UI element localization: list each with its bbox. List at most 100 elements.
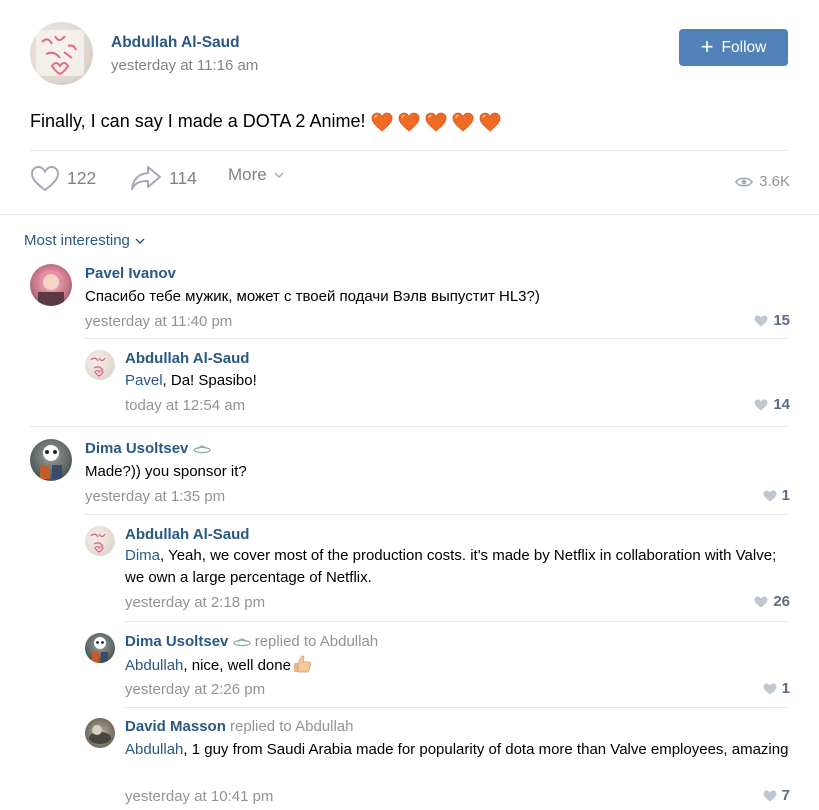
divider bbox=[125, 621, 788, 622]
divider bbox=[125, 707, 788, 708]
comment-text-content: , Yeah, we cover most of the production … bbox=[125, 547, 777, 586]
comment-author[interactable]: Abdullah Al-Saud bbox=[125, 350, 249, 367]
heart-icon bbox=[754, 315, 768, 326]
comment-reply: Dima Usoltsev replied to Abdullah Abdull… bbox=[85, 633, 790, 703]
more-button[interactable]: More bbox=[228, 165, 284, 185]
follow-label: Follow bbox=[721, 38, 767, 56]
comment-reply: Abdullah Al-Saud Pavel, Da! Spasibo! tod… bbox=[85, 350, 790, 420]
follow-button[interactable]: + Follow bbox=[679, 29, 788, 66]
heart-outline-icon bbox=[30, 165, 60, 192]
comment-author[interactable]: Abdullah Al-Saud bbox=[125, 526, 249, 543]
comment-reply: David Masson replied to Abdullah Abdulla… bbox=[85, 718, 790, 810]
comment-mention[interactable]: Abdullah bbox=[125, 741, 183, 758]
comment-text: Pavel, Da! Spasibo! bbox=[125, 370, 785, 392]
comment-like-button[interactable]: 26 bbox=[754, 593, 790, 610]
chevron-down-icon bbox=[274, 172, 284, 178]
comment-text: Abdullah, 1 guy from Saudi Arabia made f… bbox=[125, 739, 790, 761]
comment-like-button[interactable]: 14 bbox=[754, 396, 790, 413]
heart-icon bbox=[763, 490, 777, 501]
orange-heart-icon bbox=[426, 112, 447, 132]
comment-author[interactable]: Dima Usoltsev replied to Abdullah bbox=[125, 633, 378, 650]
like-count: 122 bbox=[67, 168, 97, 188]
comment-author-name: Dima Usoltsev bbox=[85, 440, 189, 457]
replied-to-label: replied to Abdullah bbox=[254, 633, 379, 650]
divider bbox=[85, 514, 788, 515]
author-avatar[interactable] bbox=[30, 22, 93, 85]
heart-icon bbox=[754, 399, 768, 410]
comment-text: Dima, Yeah, we cover most of the product… bbox=[125, 545, 790, 589]
post-text-content: Finally, I can say I made a DOTA 2 Anime… bbox=[30, 111, 366, 131]
comment: Dima Usoltsev Made?)) you sponsor it? ye… bbox=[30, 439, 790, 509]
comment-like-button[interactable]: 7 bbox=[763, 787, 790, 804]
heart-icon bbox=[763, 790, 777, 801]
comment-like-count: 15 bbox=[773, 312, 790, 329]
commenter-avatar[interactable] bbox=[85, 350, 115, 380]
like-button[interactable]: 122 bbox=[30, 165, 96, 192]
post-text: Finally, I can say I made a DOTA 2 Anime… bbox=[30, 111, 501, 132]
comment-like-count: 1 bbox=[781, 680, 790, 697]
comment-reply: Abdullah Al-Saud Dima, Yeah, we cover mo… bbox=[85, 526, 790, 616]
thumbs-up-icon bbox=[293, 655, 311, 673]
more-label: More bbox=[228, 165, 267, 184]
comment-like-button[interactable]: 1 bbox=[763, 487, 790, 504]
comment-author[interactable]: Pavel Ivanov bbox=[85, 265, 176, 282]
divider bbox=[85, 338, 788, 339]
comment-timestamp[interactable]: yesterday at 11:40 pm bbox=[85, 313, 232, 330]
comment-like-button[interactable]: 15 bbox=[754, 312, 790, 329]
comment-text: Made?)) you sponsor it? bbox=[85, 463, 247, 480]
ufo-icon bbox=[232, 638, 251, 647]
divider bbox=[30, 150, 788, 151]
heart-icon bbox=[763, 683, 777, 694]
orange-heart-icon bbox=[372, 112, 393, 132]
divider bbox=[0, 214, 819, 215]
share-button[interactable]: 114 bbox=[130, 165, 197, 191]
ufo-icon bbox=[192, 445, 211, 454]
comment-mention[interactable]: Pavel bbox=[125, 372, 163, 389]
comment-mention[interactable]: Abdullah bbox=[125, 657, 183, 674]
comment-text: Abdullah, nice, well done bbox=[125, 654, 785, 677]
commenter-avatar[interactable] bbox=[85, 633, 115, 663]
comment-like-count: 26 bbox=[773, 593, 790, 610]
plus-icon: + bbox=[700, 33, 714, 59]
comment-mention[interactable]: Dima bbox=[125, 547, 160, 564]
comment-text: Спасибо тебе мужик, может с твоей подачи… bbox=[85, 288, 540, 305]
post-author-name[interactable]: Abdullah Al-Saud bbox=[111, 34, 240, 52]
divider bbox=[30, 426, 788, 427]
comment-like-button[interactable]: 1 bbox=[763, 680, 790, 697]
views-counter: 3.6K bbox=[735, 173, 790, 190]
comment-timestamp[interactable]: yesterday at 1:35 pm bbox=[85, 488, 225, 505]
comment: Pavel Ivanov Спасибо тебе мужик, может с… bbox=[30, 264, 790, 334]
comment-timestamp[interactable]: yesterday at 10:41 pm bbox=[125, 788, 273, 805]
comment-timestamp[interactable]: yesterday at 2:18 pm bbox=[125, 594, 265, 611]
commenter-avatar[interactable] bbox=[85, 718, 115, 748]
comment-timestamp[interactable]: today at 12:54 am bbox=[125, 397, 245, 414]
comment-text-content: , Da! Spasibo! bbox=[162, 372, 257, 389]
heart-emojis bbox=[371, 112, 501, 132]
orange-heart-icon bbox=[453, 112, 474, 132]
commenter-avatar[interactable] bbox=[85, 526, 115, 556]
commenter-avatar[interactable] bbox=[30, 439, 72, 481]
comment-text-content: , nice, well done bbox=[183, 657, 291, 674]
post-timestamp[interactable]: yesterday at 11:16 am bbox=[111, 57, 258, 74]
comment-author[interactable]: David Masson replied to Abdullah bbox=[125, 718, 353, 735]
comment-author[interactable]: Dima Usoltsev bbox=[85, 440, 211, 457]
share-arrow-icon bbox=[131, 166, 161, 190]
orange-heart-icon bbox=[480, 112, 501, 132]
comment-text-content: , 1 guy from Saudi Arabia made for popul… bbox=[183, 741, 789, 758]
replied-to-label: replied to Abdullah bbox=[230, 718, 354, 735]
orange-heart-icon bbox=[399, 112, 420, 132]
heart-icon bbox=[754, 596, 768, 607]
comment-like-count: 7 bbox=[781, 787, 790, 804]
comment-like-count: 14 bbox=[773, 396, 790, 413]
commenter-avatar[interactable] bbox=[30, 264, 72, 306]
comment-author-name: Dima Usoltsev bbox=[125, 633, 229, 650]
comment-like-count: 1 bbox=[781, 487, 790, 504]
eye-icon bbox=[735, 176, 754, 187]
comment-timestamp[interactable]: yesterday at 2:26 pm bbox=[125, 681, 265, 698]
comment-author-name: David Masson bbox=[125, 718, 226, 735]
views-count: 3.6K bbox=[759, 173, 790, 190]
chevron-down-icon bbox=[135, 238, 145, 244]
sort-dropdown[interactable]: Most interesting bbox=[24, 232, 145, 249]
share-count: 114 bbox=[169, 167, 197, 188]
sort-label: Most interesting bbox=[24, 232, 130, 249]
